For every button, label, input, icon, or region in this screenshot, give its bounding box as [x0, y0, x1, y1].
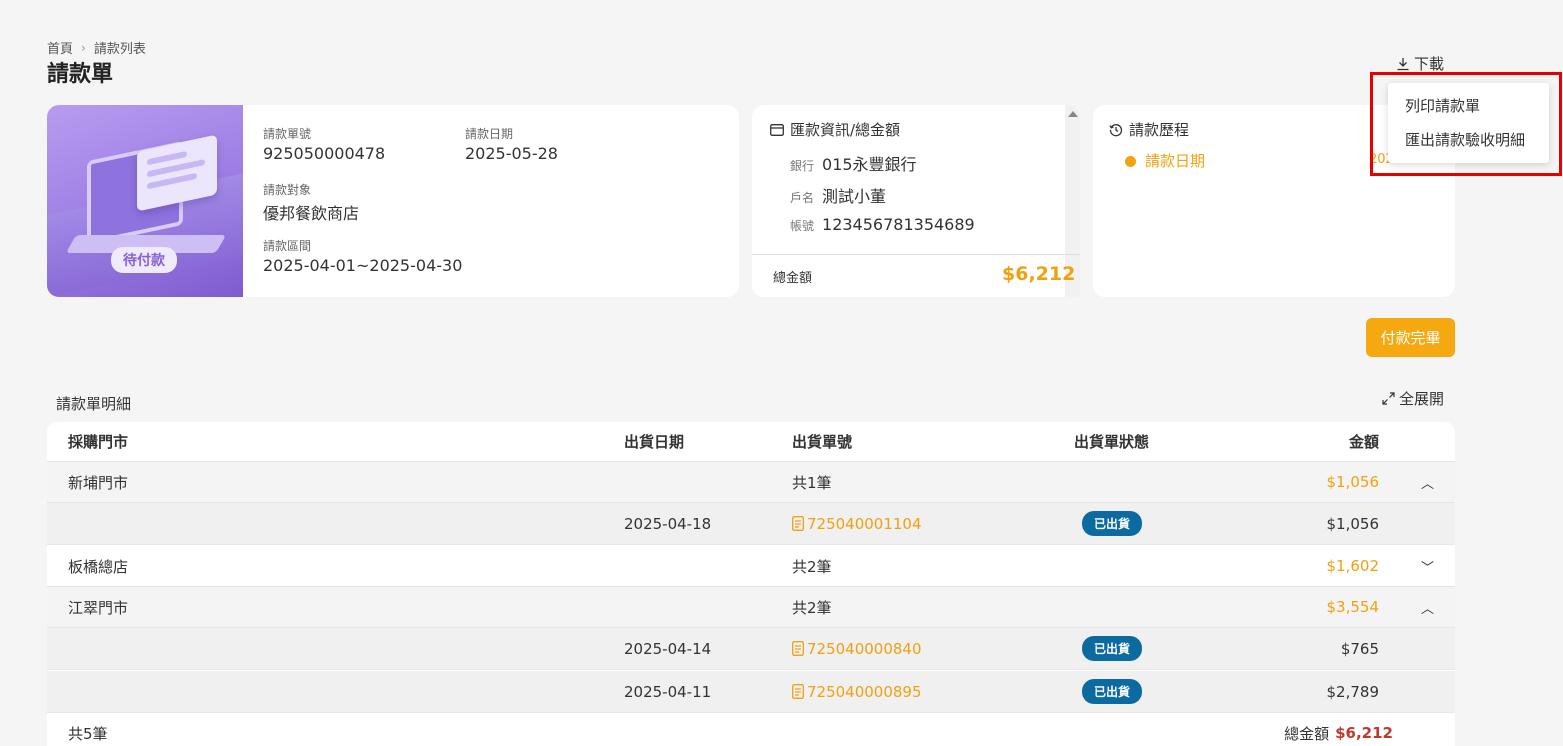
total-amount: $6,212: [1002, 263, 1076, 285]
scroll-up-icon[interactable]: [1068, 111, 1078, 117]
shipment-link[interactable]: 725040001104: [792, 503, 922, 544]
table-header: 採購門市 出貨日期 出貨單號 出貨單狀態 金額: [47, 422, 1455, 462]
invoice-period-field: 請款區間 2025-04-01~2025-04-30: [263, 239, 463, 275]
expand-all-button[interactable]: 全展開: [1382, 388, 1444, 409]
bank-title: 匯款資訊/總金額: [770, 119, 900, 140]
invoice-target-field: 請款對象 優邦餐飲商店: [263, 183, 360, 223]
invoice-target: 優邦餐飲商店: [263, 204, 360, 223]
invoice-number: 925050000478: [263, 144, 386, 163]
document-icon: [792, 684, 804, 699]
account-number: 123456781354689: [822, 215, 975, 234]
bank-name: 015永豐銀行: [822, 155, 917, 174]
document-icon: [792, 641, 804, 656]
history-dot-icon: [1125, 156, 1136, 167]
breadcrumb-separator-icon: ›: [81, 40, 86, 55]
summary-count: 共5筆: [68, 724, 108, 743]
status-badge: 已出貨: [1082, 679, 1143, 704]
header-ship-status: 出貨單狀態: [1074, 433, 1150, 451]
table-group-row[interactable]: 江翠門市 共2筆 $3,554 ︿: [47, 587, 1455, 628]
bank-name-row: 銀行 015永豐銀行: [790, 151, 917, 175]
invoice-date-field: 請款日期 2025-05-28: [465, 127, 558, 163]
history-icon: [1109, 123, 1123, 136]
credit-card-icon: [770, 123, 784, 136]
account-name: 測試小董: [822, 187, 887, 206]
payment-complete-button[interactable]: 付款完畢: [1366, 318, 1455, 357]
invoice-illustration: 待付款: [47, 105, 243, 297]
invoice-number-field: 請款單號 925050000478: [263, 127, 386, 163]
chevron-down-icon[interactable]: ﹀: [1421, 546, 1434, 586]
download-button[interactable]: 下載: [1396, 53, 1444, 74]
history-title: 請款歷程: [1109, 119, 1189, 140]
shipment-link[interactable]: 725040000895: [792, 671, 922, 712]
chevron-up-icon[interactable]: ︿: [1421, 587, 1434, 627]
table-group-row[interactable]: 板橋總店 共2筆 $1,602 ﹀: [47, 546, 1455, 587]
shipment-link[interactable]: 725040000840: [792, 628, 922, 669]
page-title: 請款單: [47, 62, 114, 87]
header-ship-date: 出貨日期: [624, 433, 685, 451]
invoice-date: 2025-05-28: [465, 144, 558, 163]
table-group-row[interactable]: 新埔門市 共1筆 $1,056 ︿: [47, 462, 1455, 503]
summary-total: 總金額 $6,212: [1284, 724, 1393, 743]
invoice-period: 2025-04-01~2025-04-30: [263, 256, 463, 275]
status-badge: 待付款: [111, 247, 177, 273]
bank-info-card: 匯款資訊/總金額 銀行 015永豐銀行 戶名 測試小董 帳號 123456781…: [752, 105, 1080, 297]
table-row: 2025-04-14 725040000840 已出貨 $765: [47, 628, 1455, 670]
breadcrumb-home[interactable]: 首頁: [47, 38, 73, 57]
header-ship-number: 出貨單號: [792, 433, 853, 451]
chevron-up-icon[interactable]: ︿: [1421, 462, 1434, 502]
breadcrumb: 首頁 › 請款列表: [47, 38, 146, 58]
detail-table: 採購門市 出貨日期 出貨單號 出貨單狀態 金額 新埔門市 共1筆 $1,056 …: [47, 422, 1455, 746]
detail-section-title: 請款單明細: [56, 395, 132, 413]
highlight-box: [1370, 72, 1562, 176]
status-badge: 已出貨: [1082, 636, 1143, 661]
history-item-label: 請款日期: [1145, 152, 1206, 170]
status-badge: 已出貨: [1082, 511, 1143, 536]
account-number-row: 帳號 123456781354689: [790, 215, 975, 234]
total-label: 總金額: [773, 271, 813, 286]
download-label: 下載: [1414, 55, 1445, 73]
invoice-summary-card: 待付款 請款單號 925050000478 請款日期 2025-05-28 請款…: [47, 105, 739, 297]
expand-icon: [1382, 392, 1395, 405]
table-summary: 共5筆 總金額 $6,212: [47, 720, 1455, 746]
document-icon: [792, 516, 804, 531]
download-icon: [1397, 57, 1409, 70]
account-name-row: 戶名 測試小董: [790, 183, 886, 207]
table-row: 2025-04-18 725040001104 已出貨 $1,056: [47, 503, 1455, 545]
header-amount: 金額: [1348, 433, 1379, 451]
table-row: 2025-04-11 725040000895 已出貨 $2,789: [47, 671, 1455, 713]
breadcrumb-current[interactable]: 請款列表: [94, 38, 146, 57]
header-store: 採購門市: [68, 433, 129, 451]
